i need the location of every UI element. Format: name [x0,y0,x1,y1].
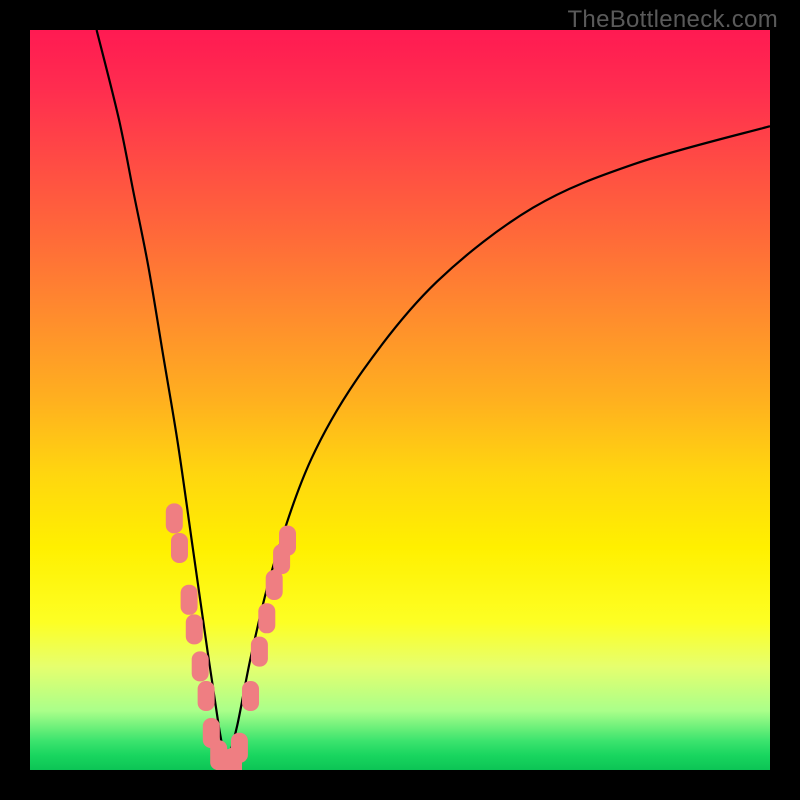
data-marker [266,570,283,600]
data-marker [186,614,203,644]
data-marker [171,533,188,563]
data-marker [166,503,183,533]
data-marker [198,681,215,711]
data-marker [279,526,296,556]
data-marker [231,733,248,763]
chart-frame: TheBottleneck.com [0,0,800,800]
data-marker [242,681,259,711]
plot-area [30,30,770,770]
data-marker [251,637,268,667]
watermark-text: TheBottleneck.com [567,6,778,34]
marker-layer [30,30,770,770]
data-marker [258,603,275,633]
data-marker [181,585,198,615]
data-marker [192,651,209,681]
